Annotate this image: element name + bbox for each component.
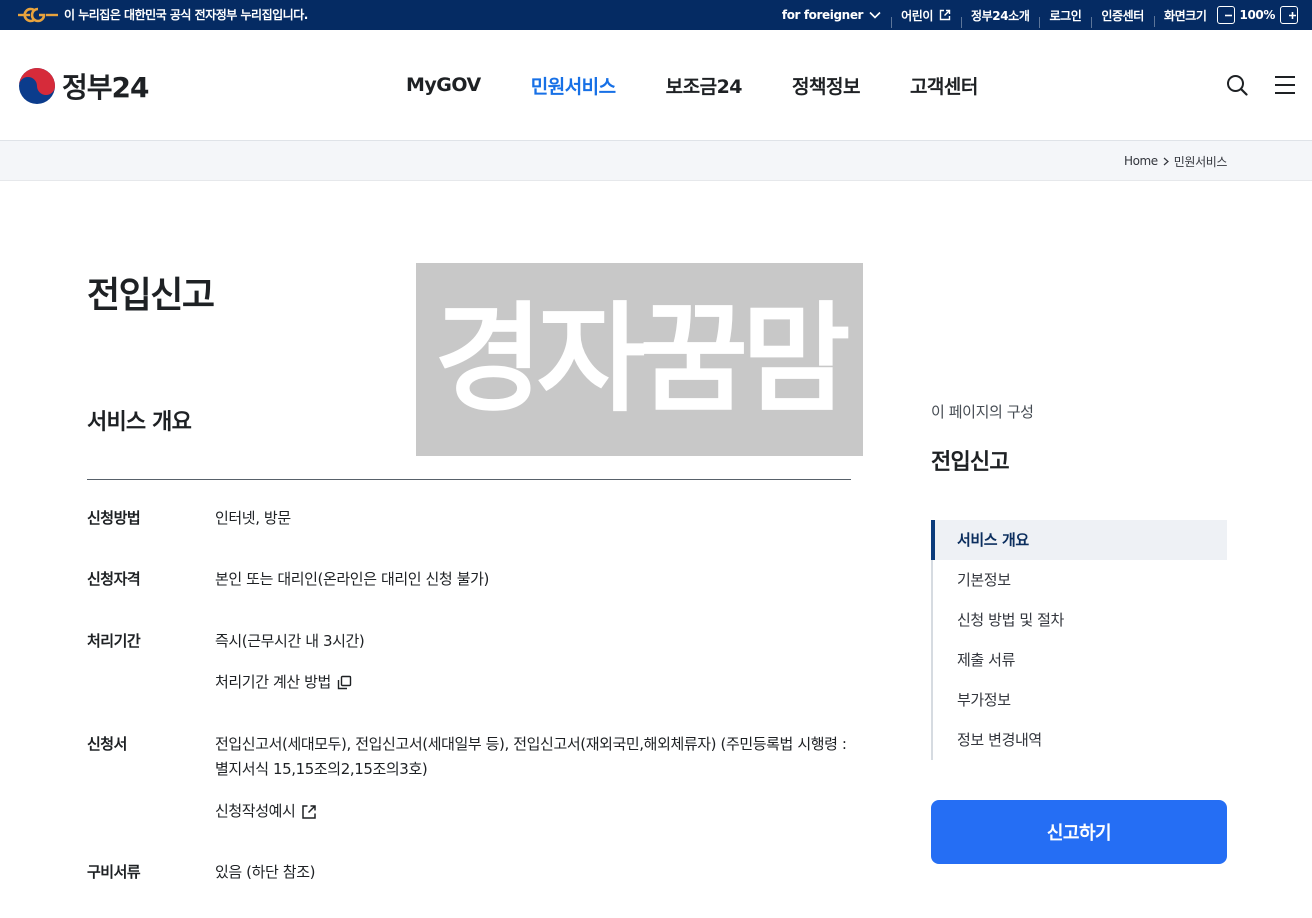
info-label: 처리기간 [87,632,141,650]
breadcrumb-home[interactable]: Home [1124,154,1158,168]
info-label: 신청자격 [87,570,141,588]
zoom-control: 화면크기 100% [1153,6,1298,27]
external-link-icon [302,804,317,819]
page-title: 전입신고 [87,275,215,316]
utility-links: for foreigner 어린이 정부24소개 로그인 인증센터 화면크기 1… [772,0,1298,30]
login-link[interactable]: 로그인 [1039,7,1091,28]
apply-report-button[interactable]: 신고하기 [931,800,1227,864]
plus-icon [1288,11,1296,19]
home-logo-link[interactable]: 정부24 [18,66,149,106]
breadcrumb: Home 민원서비스 [1124,141,1227,181]
nav-mygov[interactable]: MyGOV [406,74,481,96]
main-nav: MyGOV 민원서비스 보조금24 정책정보 고객센터 [406,30,1028,140]
minus-icon [1225,14,1233,16]
section-divider [87,479,851,480]
watermark-overlay: 경자꿈맘 [416,263,863,456]
breadcrumb-civil-service[interactable]: 민원서비스 [1174,153,1228,170]
for-foreigner-dropdown[interactable]: for foreigner [772,8,891,22]
info-value: 전입신고서(세대모두), 전입신고서(세대일부 등), 전입신고서(재외국민,해… [215,735,847,778]
popup-window-icon [337,675,352,690]
external-link-icon [939,9,951,21]
zoom-out-button[interactable] [1216,6,1235,24]
application-example-link[interactable]: 신청작성예시 [215,799,317,824]
toc-item-documents[interactable]: 제출 서류 [933,640,1227,680]
info-value: 있음 (하단 참조) [215,863,316,881]
page-toc-nav: 서비스 개요 기본정보 신청 방법 및 절차 제출 서류 부가정보 정보 변경내… [931,520,1227,760]
toc-item-procedure[interactable]: 신청 방법 및 절차 [933,600,1227,640]
info-value: 즉시(근무시간 내 3시간) [215,632,365,650]
egov-emblem-icon [18,7,58,23]
nav-policy-info[interactable]: 정책정보 [792,72,860,99]
zoom-in-button[interactable] [1280,6,1298,24]
brand-name: 정부24 [62,71,149,104]
nav-civil-service[interactable]: 민원서비스 [531,72,616,99]
kids-link[interactable]: 어린이 [891,7,961,28]
search-icon[interactable] [1226,74,1248,96]
cert-center-link[interactable]: 인증센터 [1091,7,1154,28]
toc-item-overview[interactable]: 서비스 개요 [931,520,1227,560]
info-value: 인터넷, 방문 [215,509,291,527]
nav-subsidy24[interactable]: 보조금24 [666,72,743,99]
gov-banner: 이 누리집은 대한민국 공식 전자정부 누리집입니다. for foreigne… [0,0,1312,30]
info-value: 본인 또는 대리인(온라인은 대리인 신청 불가) [215,570,489,588]
chevron-down-icon [869,11,881,19]
hamburger-menu-icon[interactable] [1274,75,1296,95]
processing-time-calc-link[interactable]: 처리기간 계산 방법 [215,670,352,695]
about-link[interactable]: 정부24소개 [961,7,1039,28]
nav-customer-center[interactable]: 고객센터 [910,72,978,99]
info-label: 신청서 [87,735,127,753]
taegeuk-logo-icon [19,68,55,104]
toc-title: 전입신고 [931,450,1010,475]
info-label: 신청방법 [87,509,141,527]
info-label: 구비서류 [87,863,141,881]
toc-item-extra-info[interactable]: 부가정보 [933,680,1227,720]
toc-item-basic-info[interactable]: 기본정보 [933,560,1227,600]
official-site-notice: 이 누리집은 대한민국 공식 전자정부 누리집입니다. [64,8,308,22]
site-header: 정부24 MyGOV 민원서비스 보조금24 정책정보 고객센터 [0,30,1312,141]
zoom-value: 100% [1239,8,1276,22]
section-title-overview: 서비스 개요 [87,410,192,435]
toc-item-change-history[interactable]: 정보 변경내역 [933,720,1227,760]
breadcrumb-bar: Home 민원서비스 [0,141,1312,181]
toc-caption: 이 페이지의 구성 [931,403,1034,421]
chevron-right-icon [1163,157,1169,165]
